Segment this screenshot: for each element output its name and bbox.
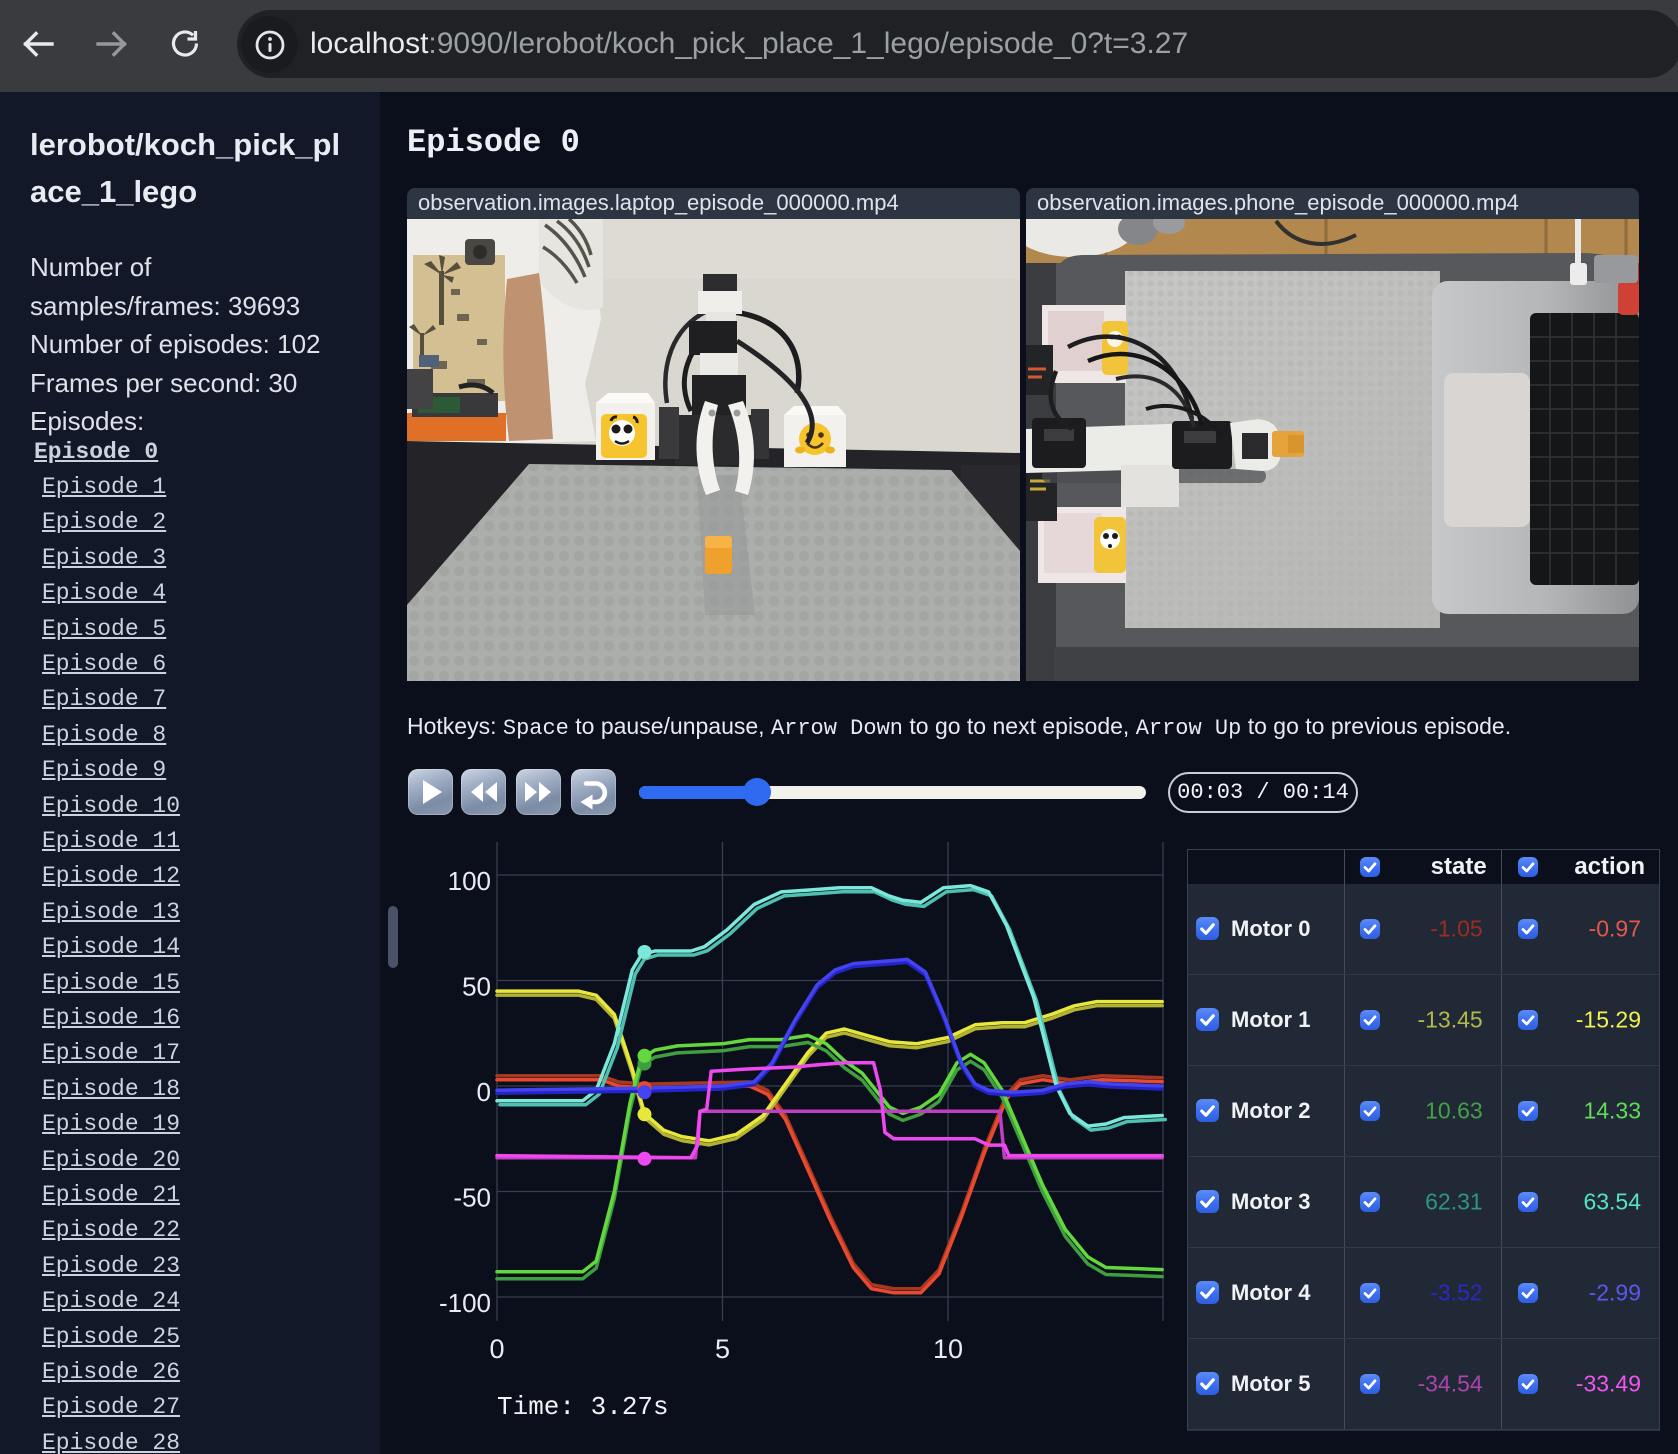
- svg-text:-50: -50: [453, 1183, 491, 1213]
- svg-text:10: 10: [933, 1334, 963, 1364]
- svg-text:0: 0: [477, 1077, 491, 1107]
- svg-text:Time: 3.27s: Time: 3.27s: [497, 1392, 669, 1422]
- svg-text:-100: -100: [439, 1288, 491, 1318]
- svg-text:50: 50: [462, 972, 491, 1002]
- svg-text:0: 0: [489, 1334, 504, 1364]
- svg-text:5: 5: [715, 1334, 730, 1364]
- svg-text:100: 100: [448, 866, 491, 896]
